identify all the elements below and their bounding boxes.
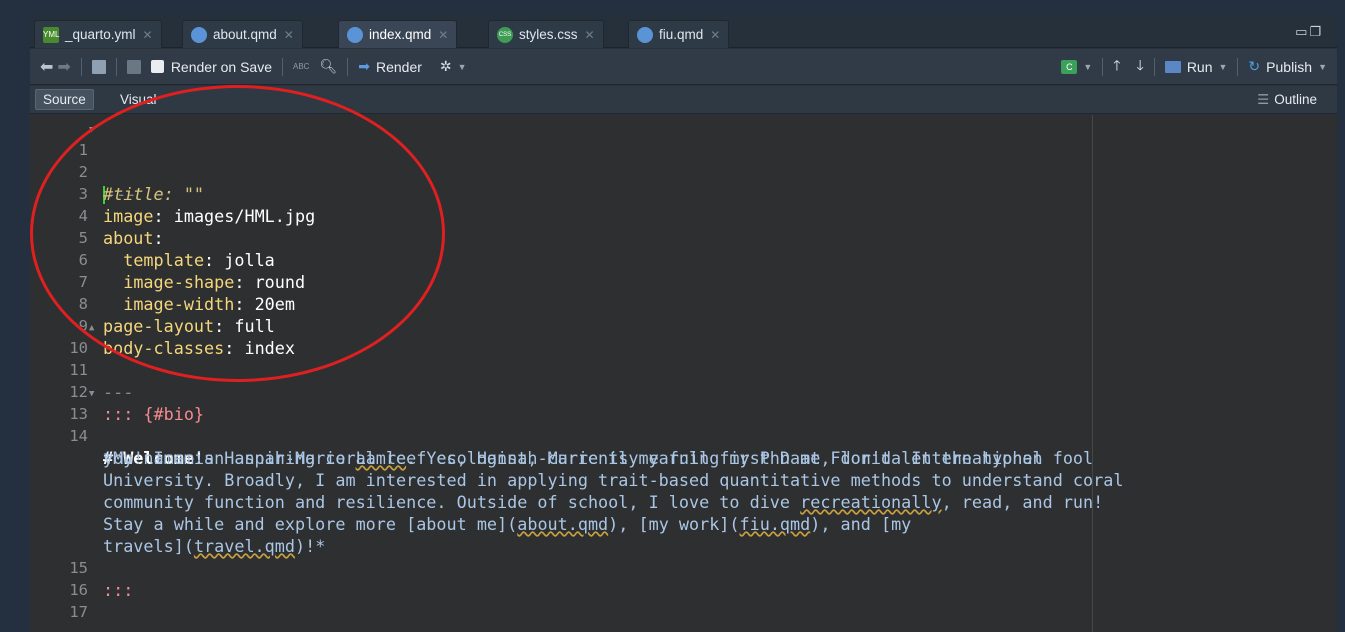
render-on-save-checkbox[interactable]: [150, 60, 164, 73]
code-line: 11: [30, 337, 1337, 379]
code-line: community function and resilience. Outsi…: [30, 469, 1337, 512]
rstudio-editor-window: YML _quarto.yml ✕ about.qmd ✕ index.qmd …: [0, 0, 1345, 632]
chevron-down-icon[interactable]: ▼: [1219, 62, 1228, 72]
spellcheck-icon[interactable]: ABC: [293, 62, 309, 71]
outline-button[interactable]: ☰ Outline: [1257, 90, 1317, 109]
close-icon[interactable]: ✕: [284, 28, 294, 42]
publish-button[interactable]: ↻ Publish: [1248, 58, 1312, 75]
window-frame-left: [0, 0, 30, 632]
run-icon: [1164, 60, 1181, 73]
code-line: 16: [30, 557, 1337, 599]
code-editor[interactable]: 1 ▼ --- 2 #title: "" 3 image: images/HML…: [30, 115, 1337, 632]
tab-label: styles.css: [519, 27, 578, 42]
go-previous-section-icon[interactable]: 🡑: [1113, 55, 1120, 79]
code-line: you! I am an aspiring coral reef ecologi…: [30, 425, 1337, 468]
window-frame-top: [0, 0, 1345, 14]
tab-label: index.qmd: [369, 27, 432, 42]
tab-fiu-qmd[interactable]: fiu.qmd ✕: [628, 20, 730, 48]
tab-index-qmd[interactable]: index.qmd ✕: [338, 20, 458, 48]
code-line: travels](travel.qmd)!*: [30, 513, 1337, 556]
render-button[interactable]: ➡ Render: [358, 58, 422, 75]
publish-icon: ↻: [1248, 58, 1261, 74]
code-line: 13 ▼ # Welcome!: [30, 381, 1337, 468]
toolbar-separator: [1102, 57, 1104, 76]
chevron-down-icon[interactable]: ▼: [458, 62, 467, 72]
run-button[interactable]: Run: [1164, 58, 1213, 75]
tab-label: fiu.qmd: [659, 27, 704, 42]
code-line: 9 body-classes: index: [30, 293, 1337, 358]
fold-toggle-icon[interactable]: ▼: [89, 383, 94, 405]
fold-toggle-icon[interactable]: ▲: [89, 317, 94, 339]
close-icon[interactable]: ✕: [710, 28, 720, 42]
outline-label: Outline: [1274, 92, 1317, 107]
render-on-save-label: Render on Save: [170, 58, 272, 75]
maximize-pane-icon[interactable]: ▭❐: [1295, 24, 1323, 40]
forward-arrow-icon[interactable]: ➡: [57, 57, 70, 77]
toolbar-separator: [1153, 57, 1155, 76]
close-icon[interactable]: ✕: [143, 28, 153, 42]
toolbar-separator: [1237, 57, 1239, 76]
show-in-window-icon[interactable]: [91, 59, 106, 74]
tab-label: _quarto.yml: [65, 27, 136, 42]
visual-mode-button[interactable]: Visual: [120, 90, 157, 109]
gear-icon[interactable]: ✲: [440, 58, 452, 75]
yml-file-icon: YML: [43, 26, 59, 43]
window-frame-right: [1337, 0, 1345, 632]
toolbar-separator: [347, 57, 349, 76]
tab-styles-css[interactable]: CSS styles.css ✕: [488, 20, 604, 48]
quarto-file-icon: [191, 26, 207, 43]
quarto-file-icon: [347, 26, 363, 43]
find-replace-icon[interactable]: 🔍︎: [319, 58, 337, 75]
quarto-file-icon: [637, 26, 653, 43]
code-line: University. Broadly, I am interested in …: [30, 447, 1337, 490]
tab-about-qmd[interactable]: about.qmd ✕: [182, 20, 303, 48]
code-line: 6 image-shape: round: [30, 227, 1337, 292]
close-icon[interactable]: ✕: [438, 28, 448, 42]
tab-quarto-yml[interactable]: YML _quarto.yml ✕: [34, 20, 162, 48]
chevron-down-icon[interactable]: ▼: [1318, 62, 1327, 72]
source-mode-button[interactable]: Source: [35, 89, 94, 110]
editor-toolbar: ⬅ ➡ Render on Save ABC 🔍︎ ➡ Render ✲ ▼ C…: [30, 49, 1337, 85]
editor-tab-bar: YML _quarto.yml ✕ about.qmd ✕ index.qmd …: [30, 14, 1337, 48]
code-line: 17: [30, 579, 1337, 621]
fold-toggle-icon[interactable]: ▼: [89, 119, 94, 141]
render-label: Render: [375, 58, 422, 75]
close-icon[interactable]: ✕: [585, 28, 595, 42]
code-line: 1 ▼ ---: [30, 117, 1337, 204]
code-line: 5 template: jolla: [30, 205, 1337, 270]
run-label: Run: [1186, 58, 1213, 75]
code-line: 3 image: images/HML.jpg: [30, 161, 1337, 226]
line-number: 17: [69, 603, 88, 621]
code-line: 4 about:: [30, 183, 1337, 248]
chevron-down-icon[interactable]: ▼: [1083, 62, 1092, 72]
css-file-icon: CSS: [497, 26, 513, 43]
go-next-section-icon[interactable]: 🡓: [1137, 55, 1144, 79]
editor-mode-bar: Source Visual ☰ Outline: [30, 86, 1337, 114]
code-line: 7 image-width: 20em: [30, 249, 1337, 314]
render-on-save-toggle[interactable]: Render on Save: [150, 58, 272, 75]
code-line: 14 *My name is Hannah-Marie Lamle. Yes, …: [30, 403, 1337, 468]
toolbar-separator: [80, 57, 82, 76]
save-icon[interactable]: [126, 59, 141, 74]
code-line: 2 #title: "": [30, 139, 1337, 204]
code-line: Stay a while and explore more [about me]…: [30, 491, 1337, 534]
code-line: 8 page-layout: full: [30, 271, 1337, 336]
code-line: 12 ::: {#bio}: [30, 359, 1337, 424]
insert-chunk-icon[interactable]: C: [1061, 59, 1078, 74]
toolbar-separator: [282, 57, 283, 76]
render-arrow-icon: ➡: [358, 58, 370, 74]
publish-label: Publish: [1266, 58, 1313, 75]
back-arrow-icon[interactable]: ⬅: [40, 57, 53, 77]
code-line: 10 ▲ ---: [30, 315, 1337, 402]
toolbar-separator: [115, 57, 117, 76]
tab-label: about.qmd: [213, 27, 277, 42]
outline-icon: ☰: [1257, 92, 1270, 107]
toolbar-right-group: C ▼ 🡑 🡓 Run ▼ ↻ Publish ▼: [1061, 55, 1337, 79]
code-line: 15 :::: [30, 535, 1337, 600]
